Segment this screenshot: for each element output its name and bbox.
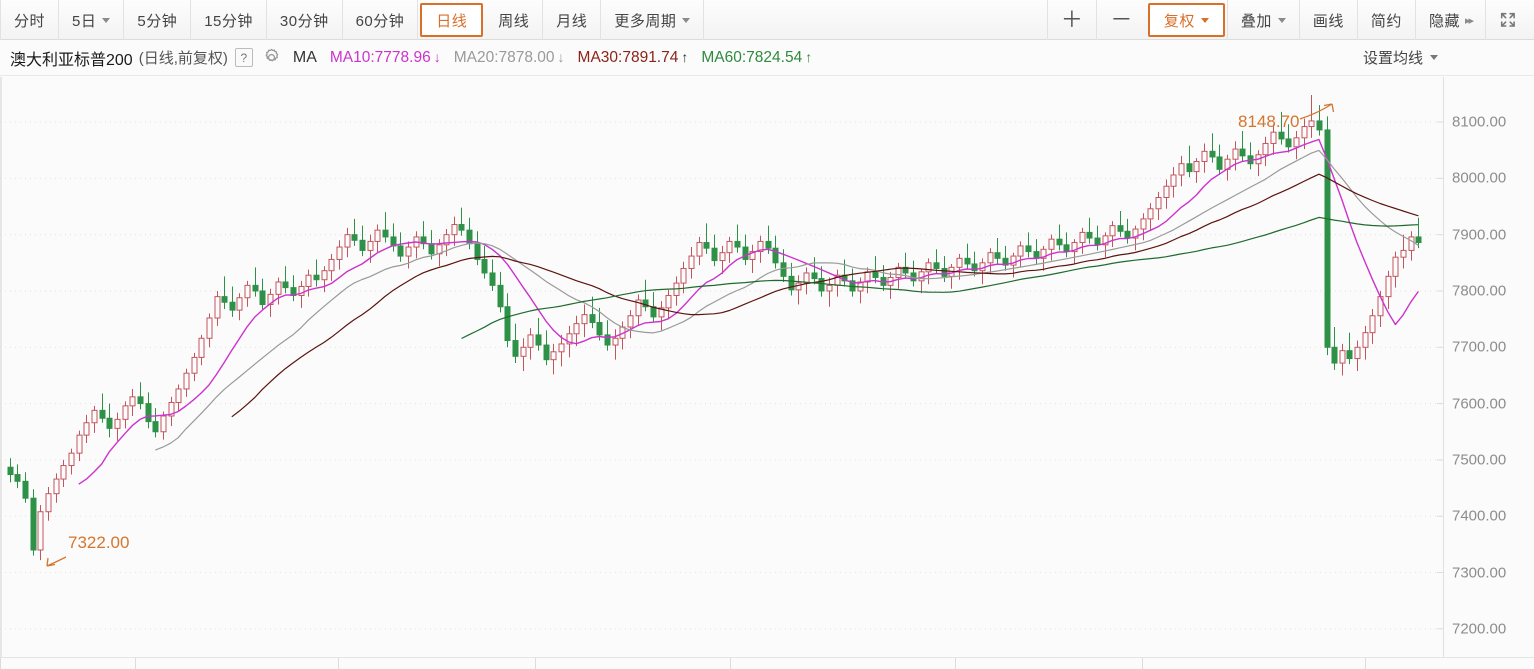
instrument-name: 澳大利亚标普200 bbox=[10, 51, 133, 69]
time-axis-tick bbox=[135, 658, 136, 669]
top-toolbar: 分时 5日 5分钟 15分钟 30分钟 60分钟 日线 周线 月线 更多周期 ＋ － 复权 叠加 画线 简约… bbox=[0, 0, 1534, 40]
ma20-readout-value: MA20:7878.00 bbox=[453, 48, 555, 66]
timeframe-15min[interactable]: 15分钟 bbox=[191, 0, 267, 40]
price-axis-tick: 7600.00 bbox=[1452, 395, 1507, 413]
timeframe-60min[interactable]: 60分钟 bbox=[343, 0, 419, 40]
adjust-price-button[interactable]: 复权 bbox=[1147, 3, 1225, 37]
timeframe-5day[interactable]: 5日 bbox=[59, 0, 125, 40]
price-axis-tick: 7800.00 bbox=[1452, 282, 1507, 300]
ma60-readout-trend-icon: ↑ bbox=[805, 48, 813, 65]
draw-line-button-label: 画线 bbox=[1312, 12, 1344, 30]
candlestick-plot[interactable]: 8148.70 7322.00 bbox=[0, 77, 1443, 657]
ma-settings-label: 设置均线 bbox=[1362, 50, 1423, 67]
timeframe-30min-label: 30分钟 bbox=[279, 12, 329, 30]
ma20-readout-trend-icon: ↓ bbox=[557, 48, 565, 65]
timeframe-weekly[interactable]: 周线 bbox=[485, 0, 544, 40]
zoom-out-button-label: － bbox=[1110, 7, 1133, 32]
timeframe-daily[interactable]: 日线 bbox=[420, 3, 484, 37]
timeframe-30min[interactable]: 30分钟 bbox=[267, 0, 343, 40]
chevron-down-icon bbox=[1200, 17, 1209, 23]
instrument-subtitle: (日线,前复权) bbox=[138, 50, 228, 67]
time-axis-tick bbox=[1365, 658, 1366, 669]
timeframe-daily-label: 日线 bbox=[436, 12, 468, 30]
time-axis-tick bbox=[0, 658, 1, 669]
axis-baseline bbox=[0, 657, 1534, 658]
timeframe-15min-label: 15分钟 bbox=[204, 12, 253, 30]
time-axis-tick bbox=[1142, 658, 1143, 669]
price-axis-tick: 7300.00 bbox=[1452, 564, 1507, 582]
chevron-down-icon bbox=[1277, 17, 1286, 23]
time-axis-tick bbox=[955, 658, 956, 669]
ma10-readout: MA10:7778.96 ↓ bbox=[330, 49, 441, 67]
fullscreen-icon[interactable] bbox=[1485, 0, 1530, 40]
timeframe-monthly-label: 月线 bbox=[556, 12, 588, 30]
hide-button[interactable]: 隐藏 ▸▸ bbox=[1414, 0, 1485, 40]
zoom-out-button[interactable]: － bbox=[1096, 0, 1146, 40]
help-icon[interactable]: ? bbox=[234, 48, 253, 67]
stock-chart-app: 分时 5日 5分钟 15分钟 30分钟 60分钟 日线 周线 月线 更多周期 ＋ － 复权 叠加 画线 简约… bbox=[0, 0, 1534, 669]
ma20-readout: MA20:7878.00 ↓ bbox=[454, 49, 565, 67]
adjust-price-button-label: 复权 bbox=[1163, 12, 1195, 30]
timeframe-60min-label: 60分钟 bbox=[355, 12, 405, 30]
chart-tools-button-group: ＋ － 复权 叠加 画线 简约 隐藏 ▸▸ bbox=[1046, 0, 1534, 40]
price-axis: 8100.00 8000.00 7900.00 7800.00 7700.00 7600.… bbox=[1443, 77, 1534, 657]
annotation-arrows bbox=[46, 103, 1335, 567]
time-axis-tick bbox=[535, 658, 536, 669]
chart-info-bar: 澳大利亚标普200 (日线,前复权) ? MA MA10:7778.96 ↓ MA2… bbox=[0, 40, 1534, 76]
timeframe-5min-label: 5分钟 bbox=[137, 12, 178, 30]
timeframe-5day-label: 5日 bbox=[72, 12, 97, 30]
timeframe-button-group: 分时 5日 5分钟 15分钟 30分钟 60分钟 日线 周线 月线 更多周期 bbox=[0, 0, 705, 40]
price-axis-tick: 7400.00 bbox=[1452, 507, 1507, 525]
ma-settings-button[interactable]: 设置均线 bbox=[1363, 47, 1534, 68]
overlay-button[interactable]: 叠加 bbox=[1226, 0, 1299, 40]
zoom-in-button-label: ＋ bbox=[1060, 7, 1084, 32]
draw-line-button[interactable]: 画线 bbox=[1298, 0, 1357, 40]
timeframe-weekly-label: 周线 bbox=[498, 12, 530, 30]
overlay-button-label: 叠加 bbox=[1240, 12, 1272, 30]
timeframe-more-label: 更多周期 bbox=[614, 12, 677, 30]
ma30-readout-value: MA30:7891.74 bbox=[577, 48, 679, 66]
timeframe-monthly[interactable]: 月线 bbox=[543, 0, 602, 40]
ma30-readout-trend-icon: ↑ bbox=[681, 48, 689, 65]
simple-mode-button[interactable]: 简约 bbox=[1356, 0, 1415, 40]
ma10-readout-value: MA10:7778.96 bbox=[329, 48, 431, 66]
price-axis-tick: 7900.00 bbox=[1452, 226, 1507, 244]
price-axis-tick: 8000.00 bbox=[1452, 169, 1507, 187]
timeframe-more[interactable]: 更多周期 bbox=[601, 0, 705, 40]
ma-readout-group: MA10:7778.96 ↓ MA20:7878.00 ↓ MA30:7891.74 ↑ M… bbox=[317, 49, 812, 67]
timeframe-intraday[interactable]: 分时 bbox=[0, 0, 60, 40]
timeframe-5min[interactable]: 5分钟 bbox=[124, 0, 192, 40]
timeframe-intraday-label: 分时 bbox=[14, 12, 46, 30]
hide-button-label: 隐藏 bbox=[1428, 12, 1460, 30]
chevron-down-icon bbox=[102, 17, 111, 23]
price-axis-tick: 7200.00 bbox=[1452, 620, 1507, 638]
chevron-down-icon bbox=[1430, 55, 1438, 60]
ma30-readout: MA30:7891.74 ↑ bbox=[578, 49, 689, 67]
ma60-readout-value: MA60:7824.54 bbox=[701, 48, 803, 66]
zoom-in-button[interactable]: ＋ bbox=[1046, 0, 1097, 40]
double-chevron-right-icon: ▸▸ bbox=[1464, 14, 1474, 27]
chevron-down-icon bbox=[682, 17, 691, 23]
time-axis-tick bbox=[338, 658, 339, 669]
simple-mode-button-label: 简约 bbox=[1370, 12, 1402, 30]
price-axis-tick: 8100.00 bbox=[1452, 113, 1507, 131]
price-axis-tick: 7500.00 bbox=[1452, 451, 1507, 469]
ma10-readout-trend-icon: ↓ bbox=[433, 48, 441, 65]
ma60-readout: MA60:7824.54 ↑ bbox=[701, 49, 812, 67]
chart-area[interactable]: 8148.70 7322.00 8100.00 8000.00 7900.00 780… bbox=[0, 77, 1534, 669]
indicator-label: MA bbox=[292, 48, 317, 66]
price-axis-tick: 7700.00 bbox=[1452, 338, 1507, 356]
gear-icon[interactable] bbox=[262, 48, 281, 67]
time-axis-tick bbox=[730, 658, 731, 669]
